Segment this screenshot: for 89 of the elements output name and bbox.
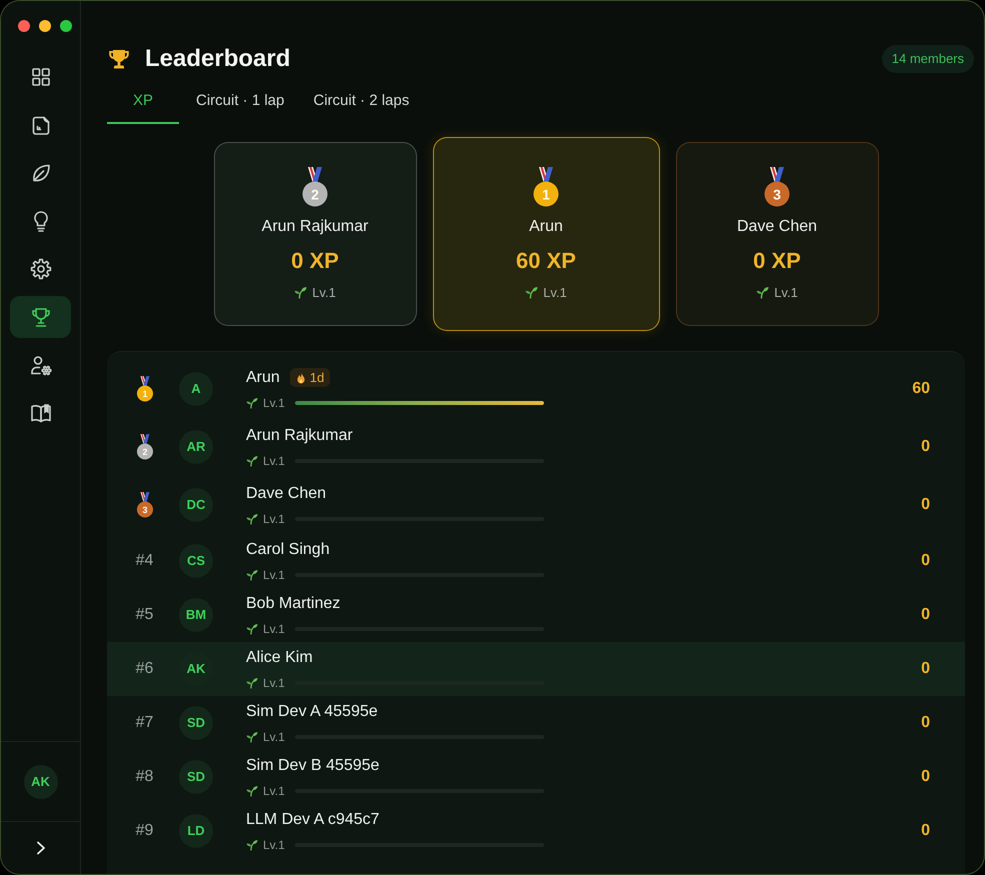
leaderboard-row[interactable]: 3 DC Dave Chen Lv.1 0 — [107, 476, 965, 534]
xp-total: 0 XP — [291, 246, 339, 274]
member-name: Carol Singh — [246, 540, 330, 560]
member-name: Sim Dev A 45595e — [246, 702, 378, 722]
score-value: 0 — [921, 495, 930, 515]
zoom-button[interactable] — [60, 20, 72, 32]
sprout-icon — [246, 396, 258, 408]
level-label: Lv.1 — [543, 284, 567, 300]
leaderboard-tab[interactable]: Circuit · 2 laps — [301, 86, 422, 124]
user-avatar: SD — [179, 760, 213, 794]
sprout-icon — [246, 568, 258, 580]
sprout-icon — [294, 286, 308, 299]
sprout-icon — [246, 622, 258, 634]
xp-total: 60 XP — [516, 246, 576, 274]
leaderboard-row[interactable]: #9 LD LLM Dev A c945c7 Lv.1 0 — [107, 804, 965, 858]
score-value: 0 — [921, 767, 930, 787]
level-label: Lv.1 — [263, 674, 285, 690]
member-name: Arun Rajkumar — [246, 426, 353, 446]
member-count: 14 members — [882, 45, 974, 73]
score-value: 60 — [912, 379, 930, 399]
page-title: Leaderboard — [145, 44, 290, 74]
member-name: Arun Rajkumar — [262, 216, 368, 236]
sprout-icon — [756, 286, 770, 299]
score-value: 0 — [921, 659, 930, 679]
user-avatar: A — [179, 372, 213, 406]
sprout-icon — [246, 730, 258, 742]
leaderboard-row[interactable]: 1 A Arun 1d Lv.1 60 — [107, 360, 965, 418]
member-name: Arun — [246, 368, 280, 388]
sprout-icon — [246, 838, 258, 850]
expand-sidebar-button[interactable] — [36, 841, 46, 855]
score-value: 0 — [921, 551, 930, 571]
member-name: Sim Dev B 45595e — [246, 756, 380, 776]
sprout-icon — [246, 676, 258, 688]
member-name: LLM Dev A c945c7 — [246, 810, 380, 830]
sprout-icon — [246, 454, 258, 466]
level-label: Lv.1 — [263, 836, 285, 852]
streak-count: 1d — [310, 370, 324, 385]
sprout-icon — [246, 784, 258, 796]
score-value: 0 — [921, 713, 930, 733]
member-name: Alice Kim — [246, 648, 313, 668]
leaderboard-row[interactable]: #4 CS Carol Singh Lv.1 0 — [107, 534, 965, 588]
member-name: Dave Chen — [246, 484, 326, 504]
level-label: Lv.1 — [774, 284, 798, 300]
leaderboard-row[interactable]: #6 AK Alice Kim Lv.1 0 — [107, 642, 965, 696]
sprout-icon — [246, 512, 258, 524]
member-name: Bob Martinez — [246, 594, 340, 614]
leaderboard-row[interactable]: #8 SD Sim Dev B 45595e Lv.1 0 — [107, 750, 965, 804]
user-gear-icon — [28, 353, 52, 377]
leaderboard-row[interactable]: #7 SD Sim Dev A 45595e Lv.1 0 — [107, 696, 965, 750]
level-label: Lv.1 — [263, 394, 285, 410]
user-avatar: LD — [179, 814, 213, 848]
leaderboard-tab[interactable]: Circuit · 1 lap — [184, 86, 296, 124]
level-label: Lv.1 — [263, 620, 285, 636]
user-avatar[interactable]: AK — [24, 764, 58, 798]
rank-number: #7 — [136, 713, 154, 733]
score-value: 0 — [921, 605, 930, 625]
close-button[interactable] — [18, 20, 30, 32]
flame-icon — [296, 372, 306, 384]
level-label: Lv.1 — [312, 284, 336, 300]
score-value: 0 — [921, 437, 930, 457]
user-avatar: DC — [179, 488, 213, 522]
leaderboard-row[interactable]: #5 BM Bob Martinez Lv.1 0 — [107, 588, 965, 642]
rank-number: #9 — [136, 821, 154, 841]
level-label: Lv.1 — [263, 510, 285, 526]
score-value: 0 — [921, 821, 930, 841]
member-name: Dave Chen — [736, 216, 818, 236]
sidebar-item[interactable] — [10, 296, 71, 338]
rank-number: #6 — [136, 659, 154, 679]
leaderboard-tab[interactable]: XP — [107, 86, 179, 124]
user-avatar: BM — [179, 598, 213, 632]
user-avatar: SD — [179, 706, 213, 740]
xp-total: 0 XP — [753, 246, 801, 274]
leaderboard-row[interactable]: 2 AR Arun Rajkumar Lv.1 0 — [107, 418, 965, 476]
book-icon — [28, 401, 52, 425]
level-label: Lv.1 — [263, 782, 285, 798]
trophy-icon — [107, 47, 131, 71]
chevron-right-icon — [36, 841, 46, 855]
rank-number: #4 — [136, 551, 154, 571]
level-label: Lv.1 — [263, 566, 285, 582]
minimize-button[interactable] — [39, 20, 51, 32]
settings-icon — [28, 257, 52, 281]
rank-number: #8 — [136, 767, 154, 787]
sprout-icon — [525, 286, 538, 299]
level-label: Lv.1 — [263, 728, 285, 744]
rank-number: #5 — [136, 605, 154, 625]
user-avatar: AR — [179, 430, 213, 464]
member-name: Arun — [529, 216, 563, 236]
level-label: Lv.1 — [263, 452, 285, 468]
user-avatar: CS — [179, 544, 213, 578]
